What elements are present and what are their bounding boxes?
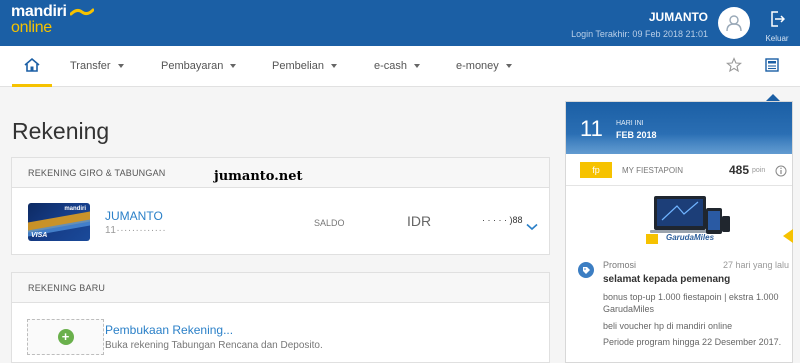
tag-icon [578, 262, 594, 278]
nav-emoney[interactable]: e-money [456, 60, 512, 72]
main-nav: Transfer Pembayaran Pembelian e-cash e-m… [0, 46, 800, 87]
feedback-tab[interactable] [783, 229, 793, 243]
open-account-link[interactable]: Pembukaan Rekening... [105, 323, 233, 337]
today-label: HARI INI [616, 120, 644, 127]
atm-card-image: mandiri VISA [28, 203, 90, 241]
logo-text-mandiri: mandiri [11, 3, 67, 20]
watermark-text: jumanto.net [214, 169, 303, 184]
garudamiles-logo: GarudaMiles [666, 233, 715, 242]
nav-pembelian-label: Pembelian [272, 60, 324, 72]
info-button[interactable] [775, 164, 787, 182]
add-account-button[interactable]: + [27, 319, 104, 355]
promo-type-label: Promosi [603, 260, 637, 270]
promo-text-1: bonus top-up 1.000 fiestapoin | ekstra 1… [603, 292, 779, 314]
chevron-down-icon [414, 64, 421, 68]
nav-pembayaran[interactable]: Pembayaran [161, 60, 237, 72]
top-header: mandiri online JUMANTO Login Terakhir: 0… [0, 0, 800, 46]
currency-label: IDR [407, 213, 432, 229]
logo-text-online: online [11, 19, 52, 36]
user-name: JUMANTO [648, 10, 708, 24]
home-icon [24, 57, 40, 72]
fiestapoin-row[interactable]: fp MY FIESTAPOIN 485 poin [566, 154, 792, 186]
side-panel: 11 HARI INI FEB 2018 fp MY FIESTAPOIN 48… [565, 101, 793, 363]
card-brand: mandiri [64, 206, 86, 212]
nav-pembayaran-label: Pembayaran [161, 60, 224, 72]
page-title: Rekening [12, 118, 110, 144]
promo-text-3: Periode program hingga 22 Desember 2017. [603, 337, 782, 347]
newspaper-icon [765, 58, 779, 72]
nav-emoney-label: e-money [456, 60, 499, 72]
balance-amount: · · · · · )88 [482, 215, 523, 225]
new-account-card: REKENING BARU + Pembukaan Rekening... Bu… [11, 272, 550, 363]
account-number: 11············· [105, 225, 167, 236]
chevron-down-icon [117, 64, 124, 68]
chevron-down-icon [330, 64, 337, 68]
favorite-button[interactable] [725, 57, 743, 78]
nav-pembelian[interactable]: Pembelian [272, 60, 337, 72]
new-account-card-header: REKENING BARU [12, 273, 549, 303]
visa-logo: VISA [31, 232, 48, 239]
info-icon [775, 165, 787, 177]
nav-home[interactable] [12, 46, 52, 87]
nav-ecash[interactable]: e-cash [374, 60, 421, 72]
saldo-label: SALDO [314, 218, 345, 228]
date-banner: 11 HARI INI FEB 2018 [566, 102, 792, 154]
fiestapoin-badge: fp [580, 162, 612, 178]
fiestapoin-label: MY FIESTAPOIN [622, 166, 684, 175]
date-month-year: FEB 2018 [616, 130, 657, 140]
fiestapoin-points: 485 [729, 163, 750, 177]
user-avatar[interactable] [718, 7, 750, 39]
plus-icon: + [57, 329, 74, 345]
account-name-link[interactable]: JUMANTO [105, 209, 163, 223]
open-account-description: Buka rekening Tabungan Rencana dan Depos… [105, 340, 323, 351]
promo-timestamp: 27 hari yang lalu [723, 260, 790, 270]
nav-transfer-label: Transfer [70, 60, 111, 72]
date-day: 11 [580, 116, 603, 141]
fiestapoin-unit: poin [752, 167, 766, 174]
nav-transfer[interactable]: Transfer [70, 60, 124, 72]
expand-account-button[interactable] [526, 218, 538, 236]
news-button[interactable] [764, 57, 780, 78]
logout-icon [771, 11, 786, 27]
promo-title[interactable]: selamat kepada pemenang [603, 274, 730, 285]
chevron-down-icon [230, 64, 237, 68]
last-login-text: Login Terakhir: 09 Feb 2018 21:01 [571, 29, 708, 39]
nav-ecash-label: e-cash [374, 60, 408, 72]
promo-text-2: beli voucher hp di mandiri online [603, 321, 733, 331]
user-icon [726, 15, 742, 32]
chevron-down-icon [505, 64, 512, 68]
mandiri-wave-icon [69, 8, 94, 16]
logout-button[interactable]: Keluar [762, 10, 792, 43]
chevron-down-icon [526, 223, 538, 231]
logout-label: Keluar [765, 34, 789, 43]
star-icon [725, 57, 743, 73]
mandiri-online-logo[interactable]: mandiri online [11, 4, 94, 36]
